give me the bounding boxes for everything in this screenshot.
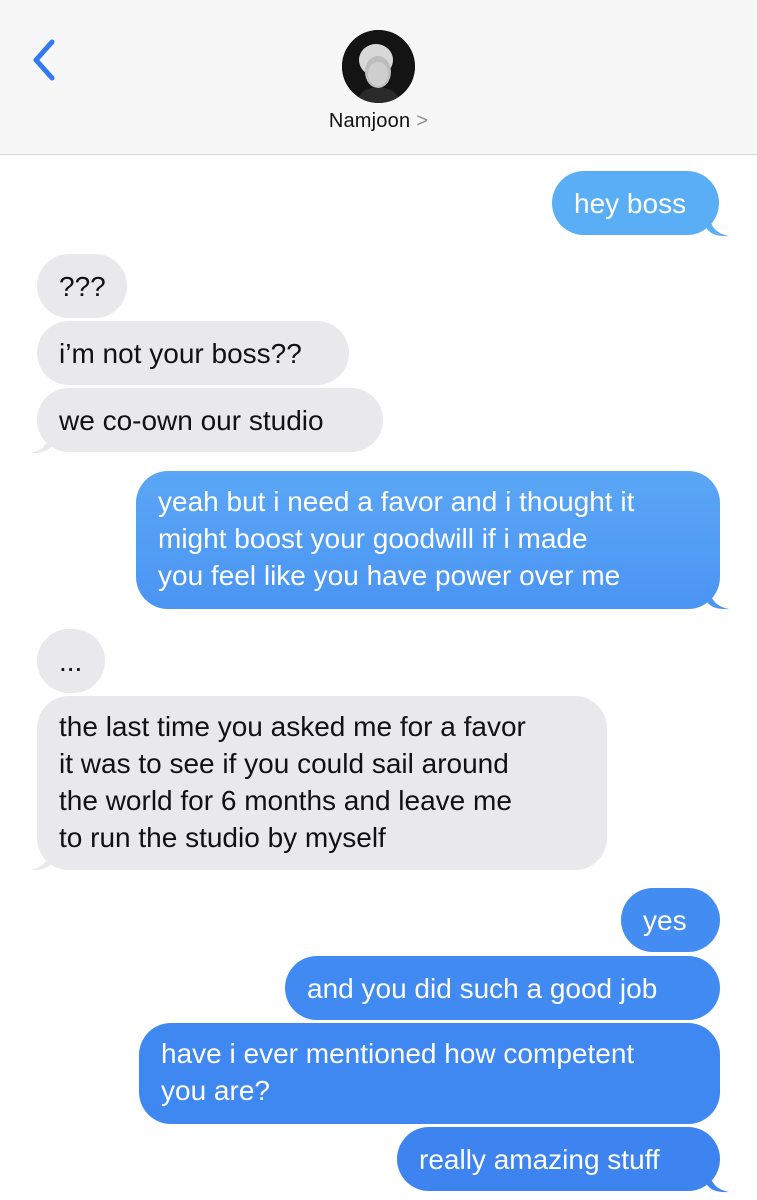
message-text: and you did such a good job (307, 973, 658, 1004)
message-text: ... (59, 646, 83, 677)
message-bubble-outgoing[interactable]: really amazing stuff (397, 1127, 720, 1191)
message-line: yeah but i need a favor and i thought it (158, 486, 635, 517)
message-line: to run the studio by myself (59, 822, 386, 853)
message-bubble-outgoing[interactable]: hey boss (552, 171, 719, 235)
message-line: the last time you asked me for a favor (59, 711, 526, 742)
bubble-tail (30, 849, 52, 871)
message-text: yes (643, 905, 687, 936)
message-line: the world for 6 months and leave me (59, 785, 512, 816)
message-line: you feel like you have power over me (158, 560, 621, 591)
message-text: really amazing stuff (419, 1144, 660, 1175)
message-line: have i ever mentioned how competent (161, 1038, 635, 1069)
message-text: i’m not your boss?? (59, 338, 302, 369)
contact-name[interactable]: Namjoon > (0, 110, 757, 133)
message-thread: hey boss ??? i’m not your boss?? we co-o… (0, 155, 757, 1200)
back-button[interactable] (26, 36, 66, 84)
message-line: might boost your goodwill if i made (158, 523, 588, 554)
conversation-header: Namjoon > (0, 0, 757, 155)
contact-name-label: Namjoon (328, 110, 411, 132)
message-bubble-incoming[interactable]: i’m not your boss?? (37, 321, 349, 385)
bubble-tail (707, 215, 729, 237)
message-bubble-outgoing[interactable]: yeah but i need a favor and i thought it… (136, 471, 720, 609)
chevron-left-icon (33, 39, 55, 81)
message-bubble-outgoing[interactable]: yes (621, 888, 720, 952)
message-bubble-outgoing[interactable]: and you did such a good job (285, 956, 720, 1020)
message-text: hey boss (574, 188, 687, 219)
message-bubble-incoming[interactable]: ??? (37, 254, 127, 318)
bubble-tail (707, 1171, 729, 1193)
message-text: ??? (59, 271, 106, 302)
message-bubble-incoming[interactable]: we co-own our studio (37, 388, 383, 452)
chevron-right-icon: > (416, 110, 429, 132)
message-bubble-incoming[interactable]: ... (37, 629, 105, 693)
bubble-tail (30, 432, 52, 454)
message-line: you are? (161, 1075, 270, 1106)
avatar-photo (342, 30, 415, 103)
message-line: it was to see if you could sail around (59, 748, 509, 779)
message-text: we co-own our studio (59, 405, 324, 436)
avatar[interactable] (342, 30, 415, 103)
message-bubble-incoming[interactable]: the last time you asked me for a favor i… (37, 696, 607, 870)
bubble-tail (707, 588, 729, 610)
message-bubble-outgoing[interactable]: have i ever mentioned how competent you … (139, 1023, 720, 1124)
